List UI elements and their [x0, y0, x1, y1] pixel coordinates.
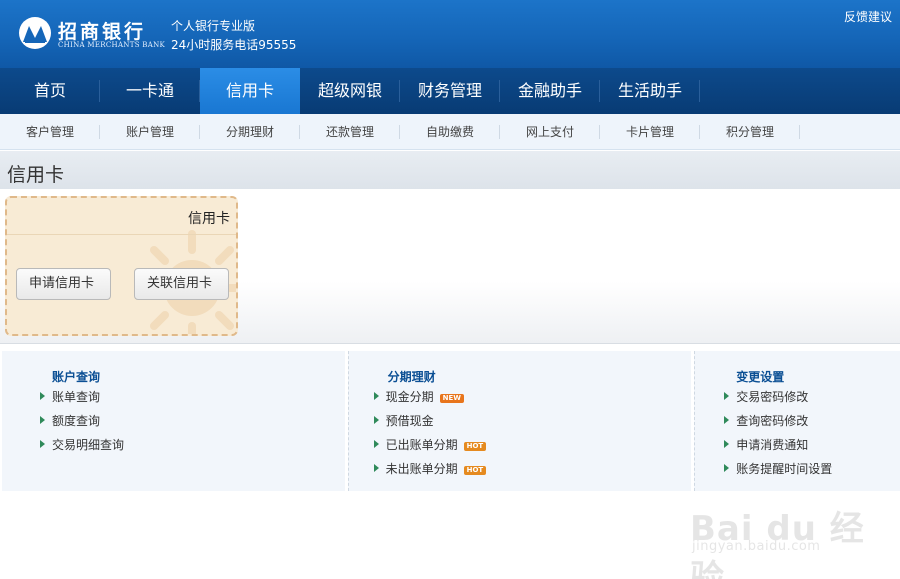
bank-name-cn: 招商银行 [58, 21, 147, 43]
arrow-right-icon [724, 440, 730, 448]
feedback-link[interactable]: 反馈建议 [844, 8, 892, 25]
link-label[interactable]: 交易密码修改 [736, 390, 808, 404]
quick-link[interactable]: 未出账单分期 HOT [373, 462, 487, 486]
top-header: 招商银行 CHINA MERCHANTS BANK 个人银行专业版 24小时服务… [0, 0, 900, 68]
card-divider [7, 234, 236, 235]
credit-card-panel: 信用卡 申请信用卡 关联信用卡 [5, 196, 238, 336]
quick-link[interactable]: 交易密码修改 [724, 390, 832, 414]
main-nav-item-active[interactable]: 信用卡 [200, 68, 300, 114]
page-title-bar: 信用卡 [0, 151, 900, 189]
panel-title: 账户查询 [52, 370, 101, 384]
sub-nav: 客户管理 账户管理 分期理财 还款管理 自助缴费 网上支付 卡片管理 积分管理 [0, 114, 900, 150]
sub-nav-item[interactable]: 自助缴费 [400, 114, 500, 150]
link-label[interactable]: 现金分期 [386, 390, 434, 404]
installment-panel: 分期理财 现金分期 NEW 预借现金 已出账单分期 HOT 未出账单分期 HOT [347, 351, 692, 491]
sub-nav-item[interactable]: 分期理财 [200, 114, 300, 150]
sub-nav-item[interactable]: 网上支付 [500, 114, 600, 150]
arrow-right-icon [40, 392, 45, 400]
arrow-right-icon [724, 464, 730, 472]
link-credit-card-button[interactable]: 关联信用卡 [134, 268, 229, 300]
quick-link[interactable]: 现金分期 NEW [373, 390, 487, 414]
link-label[interactable]: 未出账单分期 [386, 462, 458, 476]
quick-link[interactable]: 账务提醒时间设置 [724, 462, 832, 486]
edition-label: 个人银行专业版 [171, 19, 256, 33]
link-label[interactable]: 额度查询 [52, 414, 100, 428]
service-hotline: 24小时服务电话95555 [171, 38, 297, 52]
main-nav-item[interactable]: 首页 [0, 68, 100, 114]
account-query-panel: 账户查询 账单查询 额度查询 交易明细查询 [2, 351, 345, 491]
main-nav-item[interactable]: 金融助手 [500, 68, 600, 114]
quick-link[interactable]: 预借现金 [373, 414, 487, 438]
sub-nav-item[interactable]: 卡片管理 [600, 114, 700, 150]
link-label[interactable]: 申请消费通知 [736, 438, 808, 452]
sub-nav-item[interactable]: 积分管理 [700, 114, 800, 150]
panel-title: 分期理财 [387, 370, 436, 384]
arrow-right-icon [373, 464, 379, 472]
quick-link[interactable]: 账单查询 [40, 390, 124, 414]
main-nav-item[interactable]: 超级网银 [300, 68, 400, 114]
arrow-right-icon [724, 416, 730, 424]
bank-name-en: CHINA MERCHANTS BANK [58, 41, 166, 49]
hot-badge: HOT [463, 466, 487, 475]
main-nav-item[interactable]: 一卡通 [100, 68, 200, 114]
cmb-logo-icon [19, 17, 51, 49]
panel-title: 变更设置 [736, 370, 785, 384]
card-title: 信用卡 [188, 211, 230, 227]
quick-link[interactable]: 交易明细查询 [40, 438, 124, 462]
link-label[interactable]: 交易明细查询 [52, 438, 124, 452]
quick-link[interactable]: 查询密码修改 [724, 414, 832, 438]
main-nav-item[interactable]: 财务管理 [400, 68, 500, 114]
link-label[interactable]: 账务提醒时间设置 [736, 462, 832, 476]
link-label[interactable]: 已出账单分期 [386, 438, 458, 452]
arrow-right-icon [373, 440, 379, 448]
sub-nav-item[interactable]: 还款管理 [300, 114, 400, 150]
new-badge: NEW [439, 394, 464, 403]
arrow-right-icon [373, 392, 379, 400]
arrow-right-icon [40, 416, 45, 424]
link-label[interactable]: 预借现金 [386, 414, 434, 428]
watermark-url: jingyan.baidu.com [692, 539, 821, 554]
quick-link[interactable]: 已出账单分期 HOT [373, 438, 487, 462]
link-label[interactable]: 账单查询 [52, 390, 100, 404]
page-title: 信用卡 [7, 164, 65, 186]
hot-badge: HOT [463, 442, 487, 451]
sub-nav-item[interactable]: 客户管理 [0, 114, 100, 150]
arrow-right-icon [373, 416, 379, 424]
quick-link[interactable]: 申请消费通知 [724, 438, 832, 462]
apply-credit-card-button[interactable]: 申请信用卡 [16, 268, 111, 300]
main-nav-item[interactable]: 生活助手 [600, 68, 700, 114]
main-nav: 首页 一卡通 信用卡 超级网银 财务管理 金融助手 生活助手 [0, 68, 900, 114]
arrow-right-icon [724, 392, 730, 400]
arrow-right-icon [40, 440, 45, 448]
sub-nav-item[interactable]: 账户管理 [100, 114, 200, 150]
quick-link[interactable]: 额度查询 [40, 414, 124, 438]
baidu-watermark: Bai du 经验 jingyan.baidu.com [690, 495, 895, 579]
settings-panel: 变更设置 交易密码修改 查询密码修改 申请消费通知 账务提醒时间设置 [694, 351, 900, 491]
link-label[interactable]: 查询密码修改 [736, 414, 808, 428]
quick-links: 账户查询 账单查询 额度查询 交易明细查询 分期理财 现金分期 NEW 预借现金 … [0, 351, 900, 491]
